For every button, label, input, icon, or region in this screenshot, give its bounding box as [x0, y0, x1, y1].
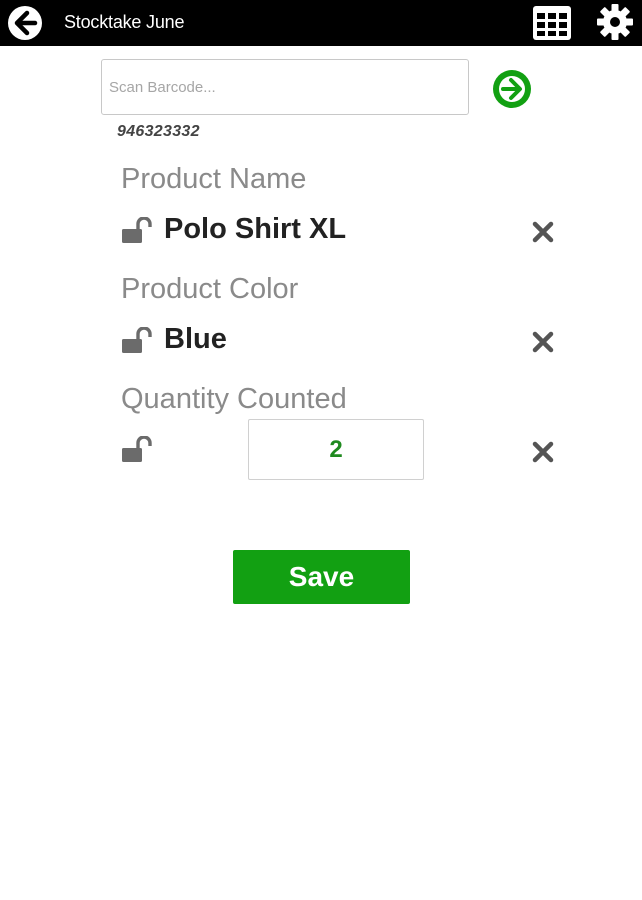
scan-barcode-input[interactable]	[101, 59, 469, 115]
gear-icon	[597, 4, 633, 40]
unlock-icon	[122, 326, 152, 353]
close-icon	[532, 331, 554, 353]
clear-product-color-button[interactable]	[531, 330, 555, 354]
clear-product-name-button[interactable]	[531, 220, 555, 244]
unlock-icon	[122, 435, 152, 462]
arrow-right-circle-icon	[493, 70, 531, 108]
back-button[interactable]	[6, 4, 44, 42]
grid-view-button[interactable]	[532, 5, 572, 41]
product-name-value: Polo Shirt XL	[164, 213, 347, 245]
arrow-left-circle-icon	[8, 6, 42, 40]
product-color-lock-toggle[interactable]	[121, 326, 153, 355]
app-header: Stocktake June	[0, 0, 642, 46]
product-name-label: Product Name	[121, 163, 307, 195]
page-title: Stocktake June	[64, 12, 185, 32]
last-scanned-barcode: 946323332	[117, 123, 200, 140]
clear-quantity-button[interactable]	[531, 440, 555, 464]
save-button[interactable]: Save	[233, 550, 410, 604]
product-name-lock-toggle[interactable]	[121, 216, 153, 245]
settings-button[interactable]	[595, 2, 635, 42]
quantity-lock-toggle[interactable]	[121, 435, 153, 464]
product-color-label: Product Color	[121, 273, 299, 305]
product-color-value: Blue	[164, 323, 227, 355]
quantity-counted-input[interactable]	[248, 419, 424, 480]
submit-barcode-button[interactable]	[491, 68, 533, 110]
close-icon	[532, 221, 554, 243]
table-grid-icon	[533, 6, 571, 40]
close-icon	[532, 441, 554, 463]
unlock-icon	[122, 216, 152, 243]
quantity-counted-label: Quantity Counted	[121, 383, 347, 415]
